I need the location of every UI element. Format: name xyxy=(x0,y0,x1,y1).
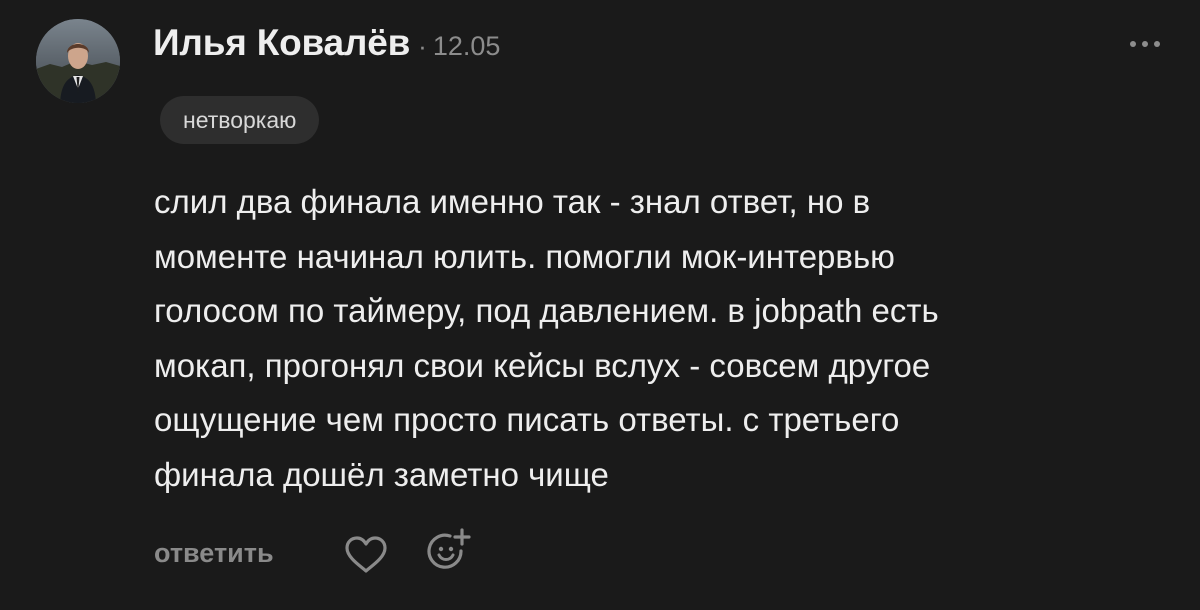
reply-button[interactable]: ответить xyxy=(154,536,274,570)
post-header: Илья Ковалёв · 12.05 xyxy=(153,22,500,70)
avatar[interactable] xyxy=(36,19,120,103)
like-button[interactable] xyxy=(344,535,388,575)
post-date: 12.05 xyxy=(432,31,501,61)
more-options-button[interactable] xyxy=(1125,36,1165,52)
comment-text: слил два финала именно так - знал ответ,… xyxy=(154,183,939,493)
topic-tag[interactable]: нетворкаю xyxy=(160,96,320,144)
heart-outline-icon xyxy=(345,536,387,573)
add-reaction-button[interactable] xyxy=(427,528,473,574)
meta-separator: · xyxy=(418,31,427,61)
author-name[interactable]: Илья Ковалёв xyxy=(153,22,410,64)
add-reaction-icon xyxy=(427,528,471,569)
more-horizontal-icon xyxy=(1130,41,1160,47)
